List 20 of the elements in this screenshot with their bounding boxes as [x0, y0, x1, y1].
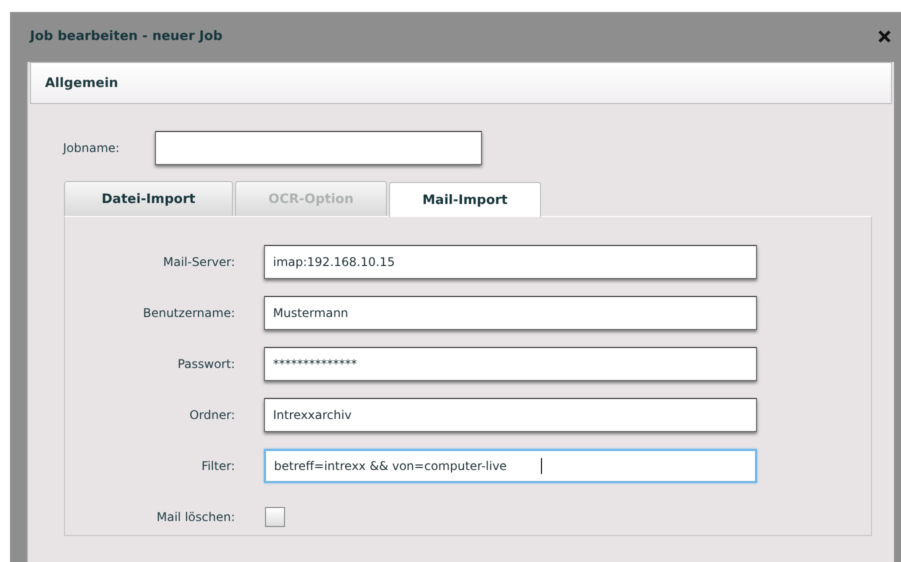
jobname-field[interactable] [154, 131, 482, 165]
field-label: Mail-Server: [162, 255, 235, 269]
text-field[interactable]: Intrexxarchiv [264, 398, 757, 432]
text-field[interactable]: imap:192.168.10.15 [264, 245, 757, 279]
tab[interactable]: Datei-Import [64, 181, 233, 216]
field-label: Ordner: [188, 408, 235, 422]
text-field[interactable]: ************** [264, 347, 757, 381]
close-icon[interactable] [878, 30, 891, 42]
checkbox[interactable] [265, 507, 285, 527]
field-label: Benutzername: [142, 306, 235, 320]
field-label: Passwort: [176, 357, 235, 371]
filter-field[interactable]: betreff=intrexx && von=computer-live [264, 449, 757, 483]
field-label: Filter: [200, 459, 235, 473]
section-header: Allgemein [30, 62, 892, 104]
field-label: Mail löschen: [156, 510, 235, 524]
text-field[interactable]: Mustermann [264, 296, 757, 330]
tab[interactable]: Mail-Import [389, 182, 541, 217]
field-label: Jobname: [63, 141, 120, 155]
text-cursor [540, 458, 542, 474]
dialog-title: Job bearbeiten - neuer Job [30, 28, 222, 44]
